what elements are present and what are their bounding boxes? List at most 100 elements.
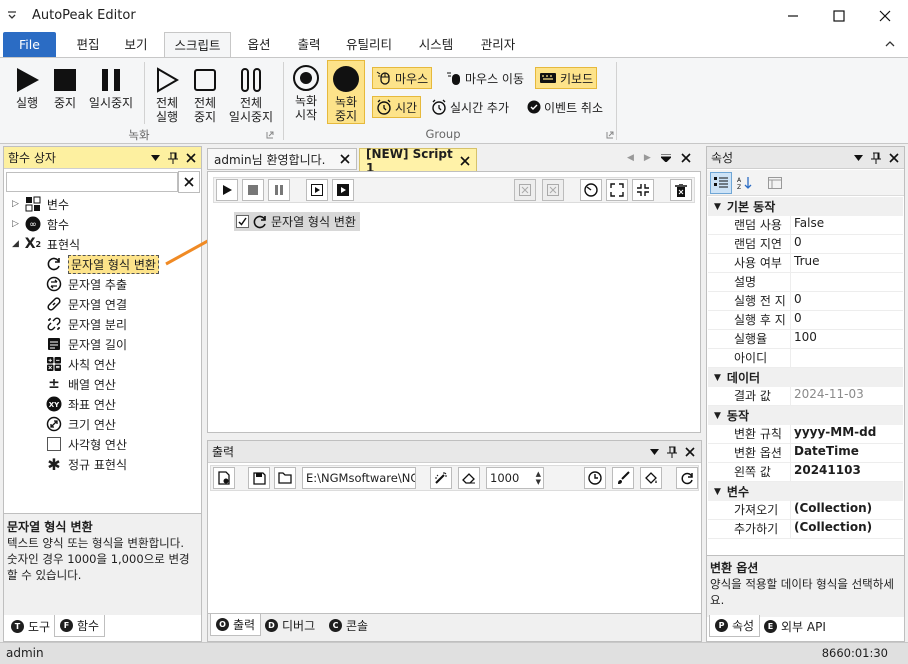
property-row[interactable]: 변환 옵션 DateTime: [708, 444, 903, 463]
tab-utility[interactable]: 유틸리티: [338, 32, 400, 57]
event-cancel-toggle[interactable]: 이벤트 취소: [524, 96, 606, 118]
record-stop-button[interactable]: 녹화 중지: [327, 60, 365, 124]
run-button[interactable]: 실행: [8, 64, 46, 110]
tree-item-regex[interactable]: ✱ 정규 표현식: [46, 455, 127, 474]
brush-button[interactable]: [612, 467, 634, 489]
property-value[interactable]: DateTime: [791, 444, 859, 462]
collapse-arrow-icon[interactable]: ◢: [12, 239, 19, 249]
editor-tab-script[interactable]: [NEW] Script 1: [359, 147, 477, 175]
tree-item-string-split[interactable]: 문자열 분리: [46, 315, 127, 333]
collapse-arrow-icon[interactable]: ▼: [714, 373, 721, 383]
dropdown-icon[interactable]: [151, 154, 160, 161]
time-toggle[interactable]: 시간: [372, 96, 422, 118]
expand-arrow-icon[interactable]: ▷: [12, 219, 19, 229]
property-value[interactable]: False: [791, 216, 824, 234]
tab-tools[interactable]: T 도구: [6, 615, 55, 637]
tab-system[interactable]: 시스템: [410, 32, 462, 57]
step-over-button[interactable]: [332, 179, 354, 201]
close-tab-icon[interactable]: [340, 154, 350, 164]
property-row[interactable]: 결과 값 2024-11-03: [708, 387, 903, 406]
new-log-button[interactable]: [213, 467, 235, 489]
minimize-button[interactable]: [770, 0, 816, 32]
collapse-all-button[interactable]: [632, 179, 654, 201]
log-path-field[interactable]: E:\NGMsoftware\NG: [302, 467, 416, 489]
pin-icon[interactable]: [871, 152, 881, 164]
tree-item-string-format[interactable]: 문자열 형식 변환: [46, 254, 159, 274]
tree-item-rect-op[interactable]: 사각형 연산: [46, 435, 127, 453]
property-row[interactable]: 설명: [708, 273, 903, 292]
run-all-button[interactable]: 전체 실행: [148, 64, 186, 124]
pause-button[interactable]: 일시중지: [84, 64, 138, 110]
property-row[interactable]: 변환 규칙 yyyy-MM-dd: [708, 425, 903, 444]
remove-item-button[interactable]: [514, 179, 536, 201]
tab-view[interactable]: 보기: [114, 32, 158, 57]
property-value[interactable]: 100: [791, 330, 817, 348]
tab-output-log[interactable]: O 출력: [210, 614, 262, 636]
property-value[interactable]: True: [791, 254, 820, 272]
tab-output[interactable]: 출력: [288, 32, 330, 57]
tree-item-size-op[interactable]: 크기 연산: [46, 415, 116, 433]
editor-tab-welcome[interactable]: admin님 환영합니다.: [207, 148, 357, 170]
tree-item-arithmetic[interactable]: 사칙 연산: [46, 355, 116, 373]
dropdown-icon[interactable]: [854, 154, 863, 161]
property-row[interactable]: 추가하기 (Collection): [708, 520, 903, 539]
expand-arrow-icon[interactable]: ▷: [12, 199, 19, 209]
delete-script-button[interactable]: [670, 179, 692, 201]
property-value[interactable]: [791, 273, 794, 291]
tree-item-array-op[interactable]: ± 배열 연산: [46, 375, 116, 393]
stop-button[interactable]: 중지: [48, 64, 82, 110]
tab-file[interactable]: File: [3, 32, 56, 57]
close-tab-icon[interactable]: [460, 155, 470, 166]
property-value[interactable]: (Collection): [791, 520, 872, 538]
tab-script[interactable]: 스크립트: [164, 32, 231, 57]
scroll-right-icon[interactable]: ▶: [644, 153, 651, 163]
property-value[interactable]: 20241103: [791, 463, 861, 481]
property-row[interactable]: 랜덤 사용 False: [708, 216, 903, 235]
close-panel-icon[interactable]: [889, 152, 899, 163]
script-item-checkbox[interactable]: [236, 215, 249, 228]
run-script-button[interactable]: [216, 179, 238, 201]
mouse-toggle[interactable]: 마우스: [372, 67, 433, 89]
app-menu-icon[interactable]: [6, 9, 18, 21]
property-row[interactable]: 가져오기 (Collection): [708, 501, 903, 520]
property-row[interactable]: 실행 전 지0: [708, 292, 903, 311]
tab-debug[interactable]: D 디버그: [260, 614, 320, 636]
scroll-left-icon[interactable]: ◀: [627, 153, 634, 163]
tree-item-string-extract[interactable]: 문자열 추출: [46, 275, 127, 293]
pin-icon[interactable]: [168, 152, 178, 164]
open-folder-button[interactable]: [274, 467, 296, 489]
property-value[interactable]: 0: [791, 235, 802, 253]
script-item[interactable]: 문자열 형식 변환: [234, 212, 360, 231]
clear-search-button[interactable]: [178, 171, 200, 193]
remove-all-button[interactable]: [542, 179, 564, 201]
property-value[interactable]: [791, 349, 794, 367]
tree-item-expressions[interactable]: ◢ X2 표현식: [12, 235, 80, 253]
mouse-move-toggle[interactable]: 마우스 이동: [443, 67, 527, 89]
eraser-button[interactable]: [458, 467, 480, 489]
property-row[interactable]: 왼쪽 값 20241103: [708, 463, 903, 482]
magic-wand-button[interactable]: [430, 467, 452, 489]
property-value[interactable]: (Collection): [791, 501, 872, 519]
property-category[interactable]: ▼ 기본 동작: [708, 197, 903, 216]
property-row[interactable]: 실행 후 지0: [708, 311, 903, 330]
keyboard-toggle[interactable]: 키보드: [535, 67, 598, 89]
pause-all-button[interactable]: 전체 일시중지: [224, 64, 278, 124]
pin-icon[interactable]: [667, 446, 677, 458]
close-editor-icon[interactable]: [681, 153, 691, 163]
stop-script-button[interactable]: [242, 179, 264, 201]
dialog-launcher-icon[interactable]: [606, 131, 614, 139]
close-window-button[interactable]: [862, 0, 908, 32]
tree-item-string-length[interactable]: 문자열 길이: [46, 335, 127, 353]
alphabetical-view-button[interactable]: AZ: [734, 172, 756, 194]
property-row[interactable]: 아이디: [708, 349, 903, 368]
close-panel-icon[interactable]: [685, 446, 695, 457]
dialog-launcher-icon[interactable]: [266, 131, 274, 139]
save-log-button[interactable]: [248, 467, 270, 489]
tree-item-functions[interactable]: ▷ ∞ 함수: [12, 215, 69, 233]
clock-button[interactable]: [584, 467, 606, 489]
stepper-arrows-icon[interactable]: ▲ ▼: [536, 470, 541, 486]
property-row[interactable]: 실행율 100: [708, 330, 903, 349]
function-search-input[interactable]: [6, 172, 178, 192]
record-start-button[interactable]: 녹화 시작: [288, 62, 324, 122]
output-log-area[interactable]: [208, 493, 701, 613]
